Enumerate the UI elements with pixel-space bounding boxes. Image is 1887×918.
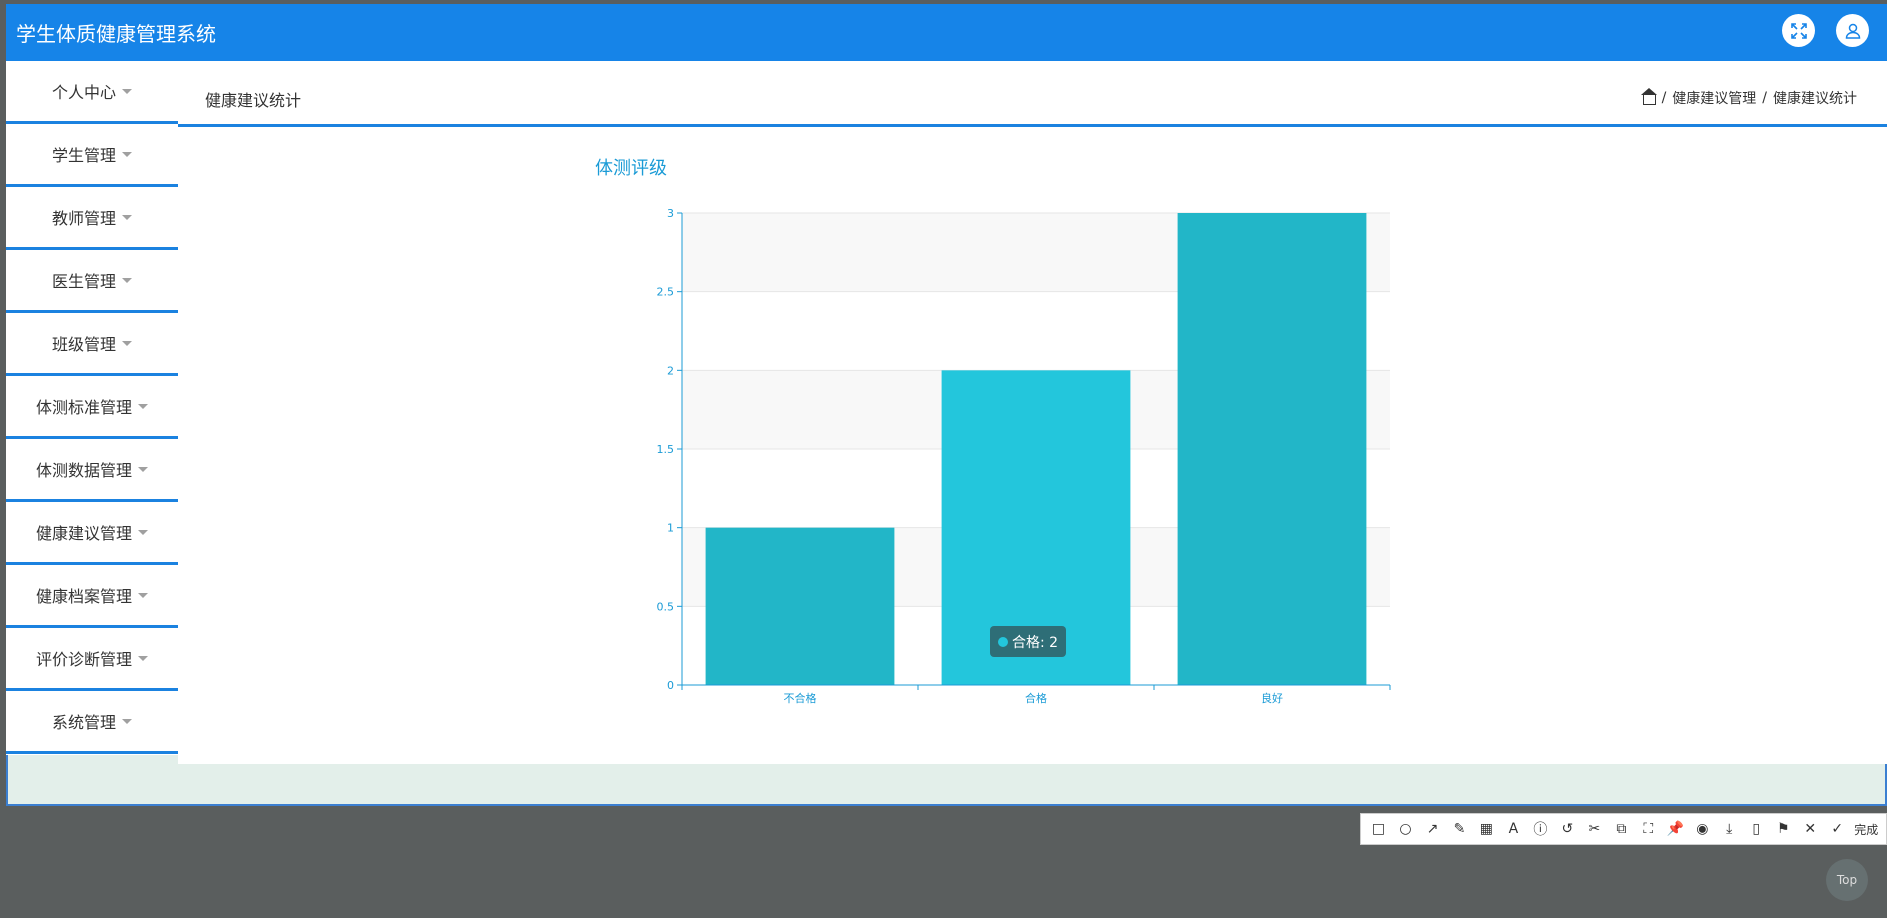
tooltip-dot	[998, 636, 1008, 647]
caret-down-icon	[138, 403, 148, 409]
sidebar-item-label: 班级管理	[51, 335, 116, 354]
sidebar-item-label: 学生管理	[51, 146, 116, 165]
caret-down-icon	[138, 529, 148, 535]
bar	[705, 527, 895, 685]
caret-down-icon	[138, 466, 148, 472]
sidebar-item-teachers[interactable]: 教师管理	[6, 187, 178, 250]
sidebar-item-label: 健康档案管理	[35, 587, 132, 606]
y-tick-label: 3	[667, 207, 674, 220]
sidebar-item-personal-center[interactable]: 个人中心	[6, 61, 178, 124]
caret-down-icon	[138, 592, 148, 598]
sidebar: 个人中心 学生管理 教师管理 医生管理 班级管理 体测标准管理 体测数据管理 健…	[6, 61, 178, 755]
y-tick-label: 1	[667, 522, 674, 535]
mosaic-tool-icon[interactable]: ▦	[1476, 821, 1496, 837]
chart-tooltip: 合格: 2	[990, 626, 1067, 657]
caret-down-icon	[122, 88, 132, 94]
top-bar: 学生体质健康管理系统	[6, 4, 1887, 61]
caret-down-icon	[122, 277, 132, 283]
sidebar-item-evaluation[interactable]: 评价诊断管理	[6, 628, 178, 691]
record-icon[interactable]: ◉	[1692, 821, 1712, 837]
sidebar-item-label: 健康建议管理	[35, 524, 132, 543]
fullscreen-button[interactable]	[1782, 14, 1815, 47]
caret-down-icon	[122, 340, 132, 346]
app-window: 学生体质健康管理系统 个人中心 学生管理 教师管理 医生管理 班级管理 体测标准…	[6, 4, 1887, 806]
y-tick-label: 2	[667, 364, 674, 377]
phone-icon[interactable]: ▯	[1746, 821, 1766, 837]
app-title: 学生体质健康管理系统	[16, 22, 216, 46]
back-to-top-button[interactable]: Top	[1826, 859, 1868, 901]
sidebar-item-doctors[interactable]: 医生管理	[6, 250, 178, 313]
sidebar-item-health-records[interactable]: 健康档案管理	[6, 565, 178, 628]
sidebar-item-label: 教师管理	[51, 209, 116, 228]
arrow-tool-icon[interactable]: ↗	[1422, 821, 1442, 837]
user-button[interactable]	[1836, 14, 1869, 47]
scan-icon[interactable]: ⛶	[1638, 821, 1658, 837]
y-tick-label: 1.5	[657, 443, 675, 456]
sidebar-item-label: 体测数据管理	[35, 461, 132, 480]
close-icon[interactable]: ✕	[1800, 821, 1820, 837]
sidebar-item-label: 个人中心	[51, 83, 116, 102]
sidebar-item-system[interactable]: 系统管理	[6, 691, 178, 754]
sidebar-item-label: 评价诊断管理	[35, 650, 132, 669]
rectangle-tool-icon[interactable]: □	[1368, 821, 1388, 837]
topbar-actions	[1782, 14, 1869, 47]
cut-icon[interactable]: ✂	[1584, 821, 1604, 837]
caret-down-icon	[122, 151, 132, 157]
text-tool-icon[interactable]: A	[1503, 821, 1523, 837]
download-icon[interactable]: ⤓	[1719, 821, 1739, 837]
y-tick-label: 0.5	[657, 600, 675, 613]
undo-icon[interactable]: ↺	[1557, 821, 1577, 837]
sidebar-item-label: 体测标准管理	[35, 398, 132, 417]
ellipse-tool-icon[interactable]: ○	[1395, 821, 1415, 837]
y-tick-label: 0	[667, 679, 674, 692]
number-tool-icon[interactable]: ⓘ	[1530, 819, 1550, 839]
sidebar-item-students[interactable]: 学生管理	[6, 124, 178, 187]
sidebar-item-classes[interactable]: 班级管理	[6, 313, 178, 376]
sidebar-item-label: 系统管理	[51, 713, 116, 732]
main-content: 健康建议统计 / 健康建议管理 / 健康建议统计 体测评级 0 0.5 1 1.5 2 2…	[178, 61, 1887, 764]
caret-down-icon	[122, 718, 132, 724]
caret-down-icon	[122, 214, 132, 220]
check-icon[interactable]: ✓	[1827, 821, 1847, 837]
bar	[1177, 213, 1367, 685]
y-tick-label: 2.5	[657, 286, 675, 299]
translate-icon[interactable]: ⧉	[1611, 821, 1631, 837]
done-button[interactable]: 完成	[1854, 821, 1878, 838]
caret-down-icon	[138, 655, 148, 661]
screenshot-toolbar: □ ○ ↗ ✎ ▦ A ⓘ ↺ ✂ ⧉ ⛶ 📌 ◉ ⤓ ▯ ⚑ ✕ ✓ 完成	[1360, 813, 1887, 845]
x-tick-label: 良好	[1261, 691, 1283, 705]
x-tick-label: 不合格	[784, 691, 817, 705]
sidebar-item-label: 医生管理	[51, 272, 116, 291]
tooltip-text: 合格: 2	[1012, 634, 1059, 651]
pin-icon[interactable]: 📌	[1665, 821, 1685, 837]
sidebar-item-health-advice[interactable]: 健康建议管理	[6, 502, 178, 565]
x-tick-label: 合格	[1025, 691, 1047, 705]
expand-icon	[1790, 22, 1807, 39]
sidebar-item-test-standards[interactable]: 体测标准管理	[6, 376, 178, 439]
bookmark-icon[interactable]: ⚑	[1773, 821, 1793, 837]
user-icon	[1845, 23, 1860, 39]
pen-tool-icon[interactable]: ✎	[1449, 821, 1469, 837]
sidebar-item-test-data[interactable]: 体测数据管理	[6, 439, 178, 502]
bar-chart: 0 0.5 1 1.5 2 2.5 3 不合格 合格 良好	[657, 207, 1391, 705]
